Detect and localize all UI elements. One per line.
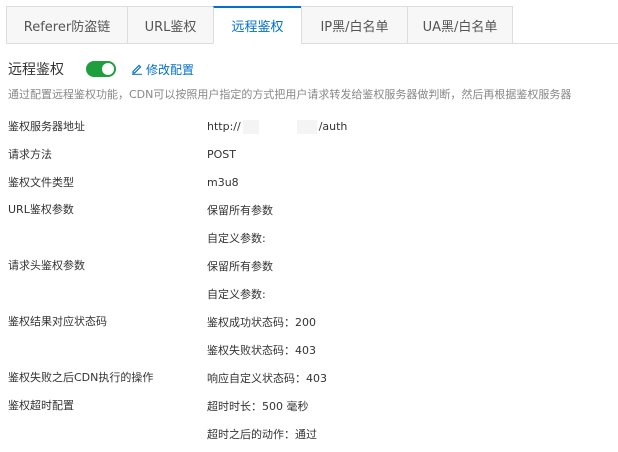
- tab-label: IP黑/白名单: [320, 19, 389, 35]
- filetype-value: m3u8: [207, 176, 239, 189]
- section-header: 远程鉴权 修改配置: [8, 58, 194, 80]
- redacted-block: [242, 120, 259, 134]
- toggle-knob: [102, 63, 114, 75]
- redacted-block: [296, 120, 317, 134]
- filetype-label: 鉴权文件类型: [8, 176, 74, 189]
- tab-label: URL鉴权: [144, 19, 197, 35]
- header-params-label: 请求头鉴权参数: [8, 259, 85, 272]
- server-address-label: 鉴权服务器地址: [8, 120, 85, 133]
- method-label: 请求方法: [8, 148, 52, 161]
- status-code-label: 鉴权结果对应状态码: [8, 315, 107, 328]
- pencil-icon: [131, 63, 143, 75]
- method-value: POST: [207, 148, 236, 161]
- tab-label: UA黑/白名单: [422, 19, 498, 35]
- tab-label: Referer防盗链: [23, 19, 111, 35]
- tab-remote-auth[interactable]: 远程鉴权: [213, 6, 301, 44]
- timeout-duration: 超时时长：500 毫秒: [207, 400, 309, 413]
- tab-label: 远程鉴权: [231, 20, 284, 35]
- edit-config-label: 修改配置: [146, 62, 195, 77]
- url-params-custom: 自定义参数:: [207, 232, 266, 245]
- tab-referer[interactable]: Referer防盗链: [6, 6, 127, 44]
- tab-ip-list[interactable]: IP黑/白名单: [301, 6, 407, 44]
- status-success: 鉴权成功状态码：200: [207, 316, 316, 329]
- server-address-value: http:// /auth: [207, 120, 347, 134]
- header-params-keep: 保留所有参数: [207, 260, 273, 273]
- section-title: 远程鉴权: [8, 62, 64, 78]
- section-description: 通过配置远程鉴权功能，CDN可以按照用户指定的方式把用户请求转发给鉴权服务器做判…: [8, 88, 572, 101]
- tab-bar: Referer防盗链 URL鉴权 远程鉴权 IP黑/白名单 UA黑/白名单: [6, 6, 618, 44]
- remote-auth-toggle[interactable]: [86, 61, 116, 77]
- server-url-suffix: /auth: [318, 120, 348, 133]
- server-url-prefix: http://: [207, 120, 241, 133]
- url-params-keep: 保留所有参数: [207, 204, 273, 217]
- fail-action-value: 响应自定义状态码：403: [207, 372, 327, 385]
- url-params-label: URL鉴权参数: [8, 203, 74, 216]
- status-fail: 鉴权失败状态码：403: [207, 344, 316, 357]
- fail-action-label: 鉴权失败之后CDN执行的操作: [8, 371, 154, 384]
- edit-config-link[interactable]: 修改配置: [131, 61, 194, 78]
- header-params-custom: 自定义参数:: [207, 288, 266, 301]
- timeout-label: 鉴权超时配置: [8, 399, 74, 412]
- timeout-action: 超时之后的动作：通过: [207, 428, 317, 441]
- tab-url-auth[interactable]: URL鉴权: [127, 6, 213, 44]
- tab-ua-list[interactable]: UA黑/白名单: [407, 6, 513, 44]
